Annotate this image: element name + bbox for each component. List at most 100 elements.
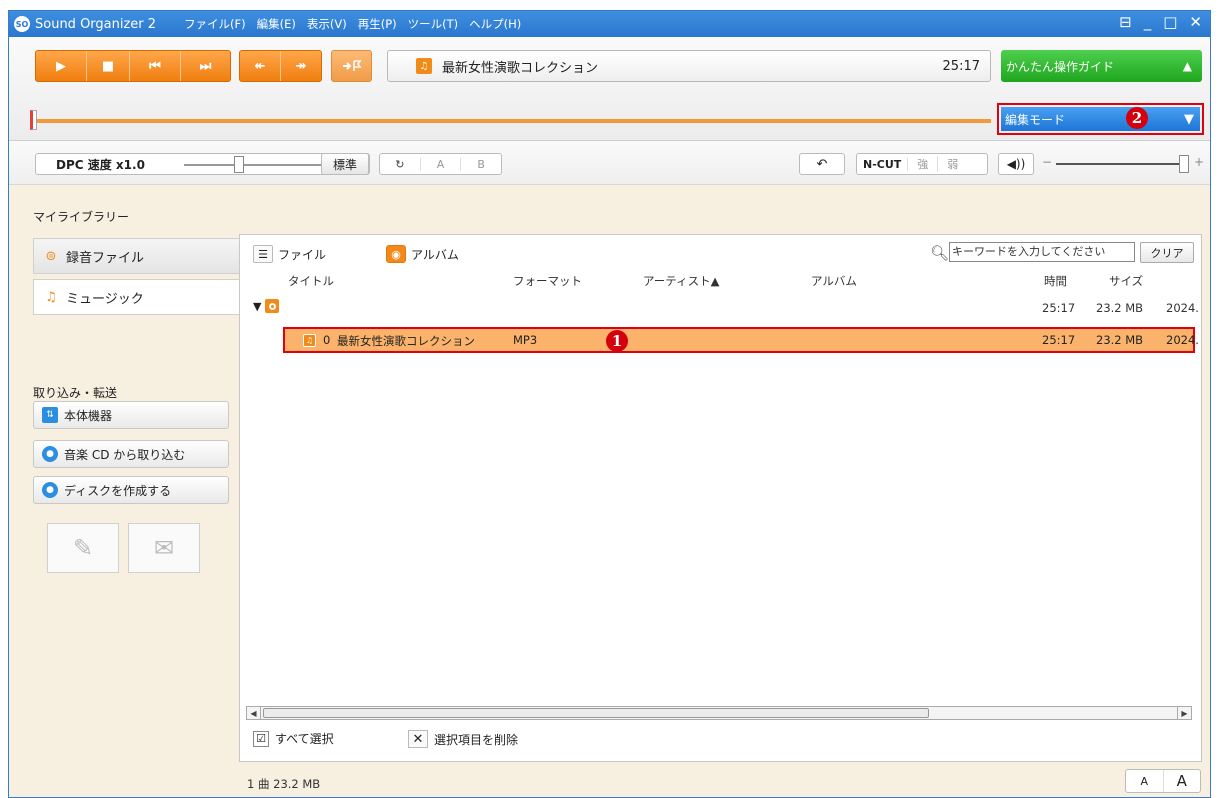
mute-button[interactable]: ◀)) [998,153,1034,175]
transport-controls: ▶ ■ ⏮ ⏭ [35,50,231,82]
repeat-b-button[interactable]: B [461,158,501,171]
app-title: Sound Organizer 2 [35,16,157,32]
create-disc-button[interactable]: ● ディスクを作成する [33,476,229,504]
column-time[interactable]: 時間 [1044,273,1067,289]
minimize-icon[interactable]: _ [1144,13,1152,31]
undo-arrow-icon: ↶ [816,156,828,172]
scroll-left-icon[interactable]: ◀ [247,707,261,719]
sidebar-tab-music[interactable]: ♫ ミュージック [33,279,239,315]
clear-button[interactable]: クリア [1140,242,1194,263]
column-title[interactable]: タイトル [288,273,334,289]
mode-select-label: 編集モード [1005,112,1066,127]
close-icon[interactable]: ✕ [1189,13,1202,31]
delete-selected-button[interactable]: ✕ 選択項目を削除 [408,730,518,748]
import-cd-button[interactable]: ● 音楽 CD から取り込む [33,440,229,468]
transfer-heading: 取り込み・転送 [33,386,118,400]
sidebar-tab-recordings[interactable]: ⊜ 録音ファイル [33,238,239,274]
font-small-button[interactable]: A [1126,770,1164,792]
device-button[interactable]: ⇅ 本体機器 [33,401,229,429]
menu-bar: ファイル(F) 編集(E) 表示(V) 再生(P) ツール(T) ヘルプ(H) [184,16,521,32]
mail-tile[interactable]: ✉ [128,523,200,573]
expand-triangle-icon[interactable]: ▼ [253,300,261,313]
noise-cut-strong-button[interactable]: 強 [908,156,939,172]
track-mark-button[interactable] [332,51,371,81]
app-window: SO Sound Organizer 2 ファイル(F) 編集(E) 表示(V)… [8,10,1211,798]
album-icon: ◉ [386,245,406,263]
dpc-speed-slider[interactable] [184,164,326,166]
repeat-a-button[interactable]: A [421,157,462,171]
sidebar-tab-label: 録音ファイル [66,250,145,266]
row-format: MP3 [513,333,538,347]
menu-file[interactable]: ファイル(F) [184,16,246,32]
track-mark-icon [342,60,361,71]
stop-button[interactable]: ■ [87,51,130,81]
disc-create-icon: ● [42,482,58,498]
easy-search-button[interactable]: ↶ [799,153,845,175]
play-button[interactable]: ▶ [36,51,87,81]
previous-button[interactable]: ⏮ [130,51,181,81]
quick-guide-button[interactable]: かんたん操作ガイド ▲ [1001,50,1202,82]
repeat-icon[interactable]: ↻ [380,157,421,171]
album-icon [265,299,280,313]
jump-forward-button[interactable]: ↠ [281,51,321,81]
select-all-button[interactable]: ☑ すべて選択 [253,730,334,747]
column-album[interactable]: アルバム [811,273,857,289]
horizontal-scrollbar[interactable]: ◀ ▶ [246,706,1192,720]
mode-select[interactable]: 編集モード ▼ [1001,107,1200,131]
view-album-button[interactable]: ◉ アルバム [386,245,459,263]
search-input[interactable]: キーワードを入力してください [949,242,1135,262]
view-file-button[interactable]: ☰ ファイル [253,245,326,263]
column-size[interactable]: サイズ [1109,273,1143,289]
dpc-speed-control: DPC 速度 x1.0 標準 [35,153,370,175]
select-all-label: すべて選択 [275,732,334,746]
jump-back-button[interactable]: ↞ [240,51,281,81]
mail-add-icon: ✉ [153,534,175,562]
group-size: 23.2 MB [1096,301,1144,315]
dpc-speed-handle[interactable] [234,156,244,173]
menu-tools[interactable]: ツール(T) [408,16,459,32]
next-button[interactable]: ⏭ [181,51,230,81]
maximize-icon[interactable]: □ [1163,13,1177,31]
menu-view[interactable]: 表示(V) [307,16,347,32]
scrollbar-thumb[interactable] [263,708,929,718]
library-heading: マイライブラリー [33,210,130,224]
music-note-icon: ♫ [303,334,316,347]
volume-slider[interactable] [1056,163,1181,165]
scroll-right-icon[interactable]: ▶ [1177,707,1191,719]
mode-select-highlight: 編集モード ▼ [997,103,1204,135]
speech-bubble-icon: ⊜ [45,248,57,264]
app-logo-icon: SO [14,16,30,32]
window-controls: ⊟ _ □ ✕ [1119,13,1202,31]
dpc-toolbar: DPC 速度 x1.0 標準 ↻ A B ↶ N-CUT 強 弱 ◀)) − + [9,141,1210,185]
noise-cut-weak-button[interactable]: 弱 [938,156,967,172]
annotation-marker-1: 1 [606,330,628,352]
menu-edit[interactable]: 編集(E) [257,16,296,32]
menu-help[interactable]: ヘルプ(H) [469,16,521,32]
noise-cut-button[interactable]: N-CUT [857,157,909,171]
speaker-icon: ◀)) [1006,157,1026,171]
seek-bar[interactable] [31,119,991,123]
view-file-label: ファイル [278,247,327,262]
column-artist[interactable]: アーティスト▲ [643,273,719,289]
album-group-row[interactable]: ▼ [253,299,280,313]
column-format[interactable]: フォーマット [513,273,582,289]
now-playing-title: 最新女性演歌コレクション [442,60,599,76]
device-button-label: 本体機器 [64,408,113,423]
notepad-tile[interactable]: ✎ [47,523,119,573]
now-playing-time: 25:17 [942,58,980,74]
seek-handle[interactable] [30,110,37,130]
dpc-standard-button[interactable]: 標準 [321,153,369,175]
device-transfer-icon: ⇅ [42,407,58,423]
table-row[interactable]: ♫ 0 最新女性演歌コレクション MP3 25:17 23.2 MB 2024. [283,327,1199,353]
create-disc-label: ディスクを作成する [64,483,172,498]
main-panel: ☰ ファイル ◉ アルバム 🔍︎ キーワードを入力してください クリア タイトル… [239,234,1202,762]
menu-play[interactable]: 再生(P) [358,16,397,32]
annotation-marker-2: 2 [1126,107,1148,129]
mini-mode-icon[interactable]: ⊟ [1119,13,1132,31]
volume-handle[interactable] [1179,155,1189,173]
volume-down-icon: − [1042,155,1053,169]
status-summary: 1 曲 23.2 MB [247,777,321,791]
triangle-up-icon: ▲ [1182,59,1192,73]
font-large-button[interactable]: A [1164,770,1201,792]
noise-cut-controls: N-CUT 強 弱 [856,153,988,175]
